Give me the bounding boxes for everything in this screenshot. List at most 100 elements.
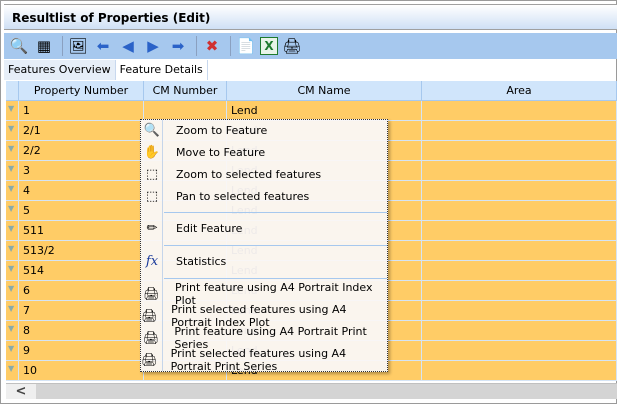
context-menu: 🔍 Zoom to Feature ✋ Move to Feature ⬚ Zoom to… (140, 119, 388, 373)
printer-icon: 🖨 (142, 330, 160, 346)
row-expand-icon[interactable]: ▼ (6, 241, 19, 261)
row-expand-icon[interactable]: ▼ (6, 361, 19, 381)
menu-item-label: Pan to selected features (176, 189, 310, 203)
row-expand-icon[interactable]: ▼ (6, 141, 19, 161)
print-icon[interactable]: 🖨 (281, 35, 303, 57)
menu-item-move-to-feature[interactable]: ✋ Move to Feature (141, 141, 387, 163)
row-expand-icon[interactable]: ▼ (6, 121, 19, 141)
zoom-previous-icon[interactable]: ◀ (117, 35, 139, 57)
column-header-cm-number[interactable]: CM Number (144, 81, 227, 101)
tab-features-overview[interactable]: Features Overview (4, 60, 116, 80)
menu-item-zoom-to-selected-features[interactable]: ⬚ Zoom to selected features (141, 163, 387, 185)
result-window: Resultlist of Properties (Edit) 🔍 ▦ 🖼 ⬅ ◀ ▶ ➡ ✖… (0, 0, 617, 404)
row-expand-icon[interactable]: ▼ (6, 181, 19, 201)
hand-icon: ✋ (143, 144, 161, 160)
menu-item-zoom-to-feature[interactable]: 🔍 Zoom to Feature (141, 119, 387, 141)
printer-multiple-icon: 🖨 (141, 308, 158, 324)
menu-item-print-feature-using-a4-portrait-index-plot[interactable]: 🖨 Print feature using A4 Portrait Index P… (141, 281, 387, 307)
row-expand-icon[interactable]: ▼ (6, 161, 19, 181)
table-row[interactable]: ▼ 1 Lend (6, 101, 617, 121)
menu-item-print-selected-features-using-a4-portrait-index-plot[interactable]: 🖨 Print selected features using A4 Portra… (141, 303, 387, 329)
toolbar: 🔍 ▦ 🖼 ⬅ ◀ ▶ ➡ ✖ 📄 X 🖨 (4, 33, 617, 59)
toolbar-separator (230, 36, 231, 56)
cell-property-number: 8 (19, 321, 144, 341)
cell-area (422, 141, 617, 161)
row-expand-icon[interactable]: ▼ (6, 301, 19, 321)
arrow-right-icon[interactable]: ➡ (167, 35, 189, 57)
table-image-icon[interactable]: 🖼 (67, 35, 89, 57)
menu-item-label: Edit Feature (176, 221, 243, 235)
menu-item-label: Statistics (176, 254, 227, 268)
menu-separator (164, 278, 387, 279)
menu-item-edit-feature[interactable]: ✏ Edit Feature (141, 217, 387, 239)
cell-area (422, 321, 617, 341)
row-expand-icon[interactable]: ▼ (6, 321, 19, 341)
cell-area (422, 101, 617, 121)
row-expand-icon[interactable]: ▼ (6, 101, 19, 121)
cell-property-number: 5 (19, 201, 144, 221)
menu-item-print-feature-using-a4-portrait-print-series[interactable]: 🖨 Print feature using A4 Portrait Print S… (141, 325, 387, 351)
cell-property-number: 514 (19, 261, 144, 281)
cell-cm-number (144, 101, 227, 121)
menu-item-print-selected-features-using-a4-portrait-print-series[interactable]: 🖨 Print selected features using A4 Portra… (141, 347, 387, 373)
printer-icon: 🖨 (143, 286, 160, 302)
row-expand-icon[interactable]: ▼ (6, 261, 19, 281)
menu-item-label: Zoom to selected features (176, 167, 322, 181)
row-expand-icon[interactable]: ▼ (6, 201, 19, 221)
cell-property-number: 7 (19, 301, 144, 321)
menu-item-statistics[interactable]: fx Statistics (141, 250, 387, 272)
table-header: Property Number CM Number CM Name Area (6, 81, 617, 101)
row-indicator-header (6, 81, 19, 101)
cell-property-number: 511 (19, 221, 144, 241)
cell-area (422, 301, 617, 321)
cell-area (422, 221, 617, 241)
menu-item-label: Print selected features using A4 Portrai… (170, 347, 347, 373)
cell-property-number: 9 (19, 341, 144, 361)
delete-icon[interactable]: ✖ (201, 35, 223, 57)
tab-feature-details[interactable]: Feature Details (115, 60, 208, 80)
cell-property-number: 2/2 (19, 141, 144, 161)
cell-area (422, 201, 617, 221)
column-header-area[interactable]: Area (422, 81, 617, 101)
row-expand-icon[interactable]: ▼ (6, 341, 19, 361)
row-expand-icon[interactable]: ▼ (6, 281, 19, 301)
cell-property-number: 3 (19, 161, 144, 181)
scroll-left-icon[interactable]: < (6, 384, 36, 399)
horizontal-scrollbar[interactable]: < (6, 383, 617, 399)
zoom-next-icon[interactable]: ▶ (142, 35, 164, 57)
cell-property-number: 6 (19, 281, 144, 301)
cell-area (422, 181, 617, 201)
fx-icon: fx (145, 253, 159, 269)
column-header-property-number[interactable]: Property Number (19, 81, 144, 101)
export-excel-icon[interactable]: X (260, 37, 278, 55)
cell-property-number: 1 (19, 101, 144, 121)
cell-area (422, 121, 617, 141)
zoom-extent-icon[interactable]: 🔍 (8, 35, 30, 57)
cell-property-number: 2/1 (19, 121, 144, 141)
zoom-icon: 🔍 (143, 122, 161, 138)
window-title: Resultlist of Properties (Edit) (4, 4, 617, 30)
menu-item-label: Zoom to Feature (176, 123, 268, 137)
row-expand-icon[interactable]: ▼ (6, 221, 19, 241)
cell-area (422, 281, 617, 301)
pan-selection-icon: ⬚ (145, 188, 159, 204)
menu-item-pan-to-selected-features[interactable]: ⬚ Pan to selected features (141, 185, 387, 207)
tab-bar: Features Overview Feature Details (4, 60, 208, 80)
pencil-icon: ✏ (146, 220, 158, 236)
cell-area (422, 261, 617, 281)
export-csv-icon[interactable]: 📄 (235, 35, 257, 57)
column-header-cm-name[interactable]: CM Name (227, 81, 422, 101)
cell-area (422, 361, 617, 381)
cell-property-number: 10 (19, 361, 144, 381)
toolbar-separator (196, 36, 197, 56)
menu-separator (164, 212, 387, 213)
menu-separator (164, 245, 387, 246)
zoom-selection-icon: ⬚ (145, 166, 159, 182)
cell-cm-name: Lend (227, 101, 422, 121)
table-icon[interactable]: ▦ (33, 35, 55, 57)
arrow-left-icon[interactable]: ⬅ (92, 35, 114, 57)
cell-area (422, 161, 617, 181)
toolbar-separator (62, 36, 63, 56)
cell-area (422, 241, 617, 261)
menu-item-label: Move to Feature (176, 145, 266, 159)
